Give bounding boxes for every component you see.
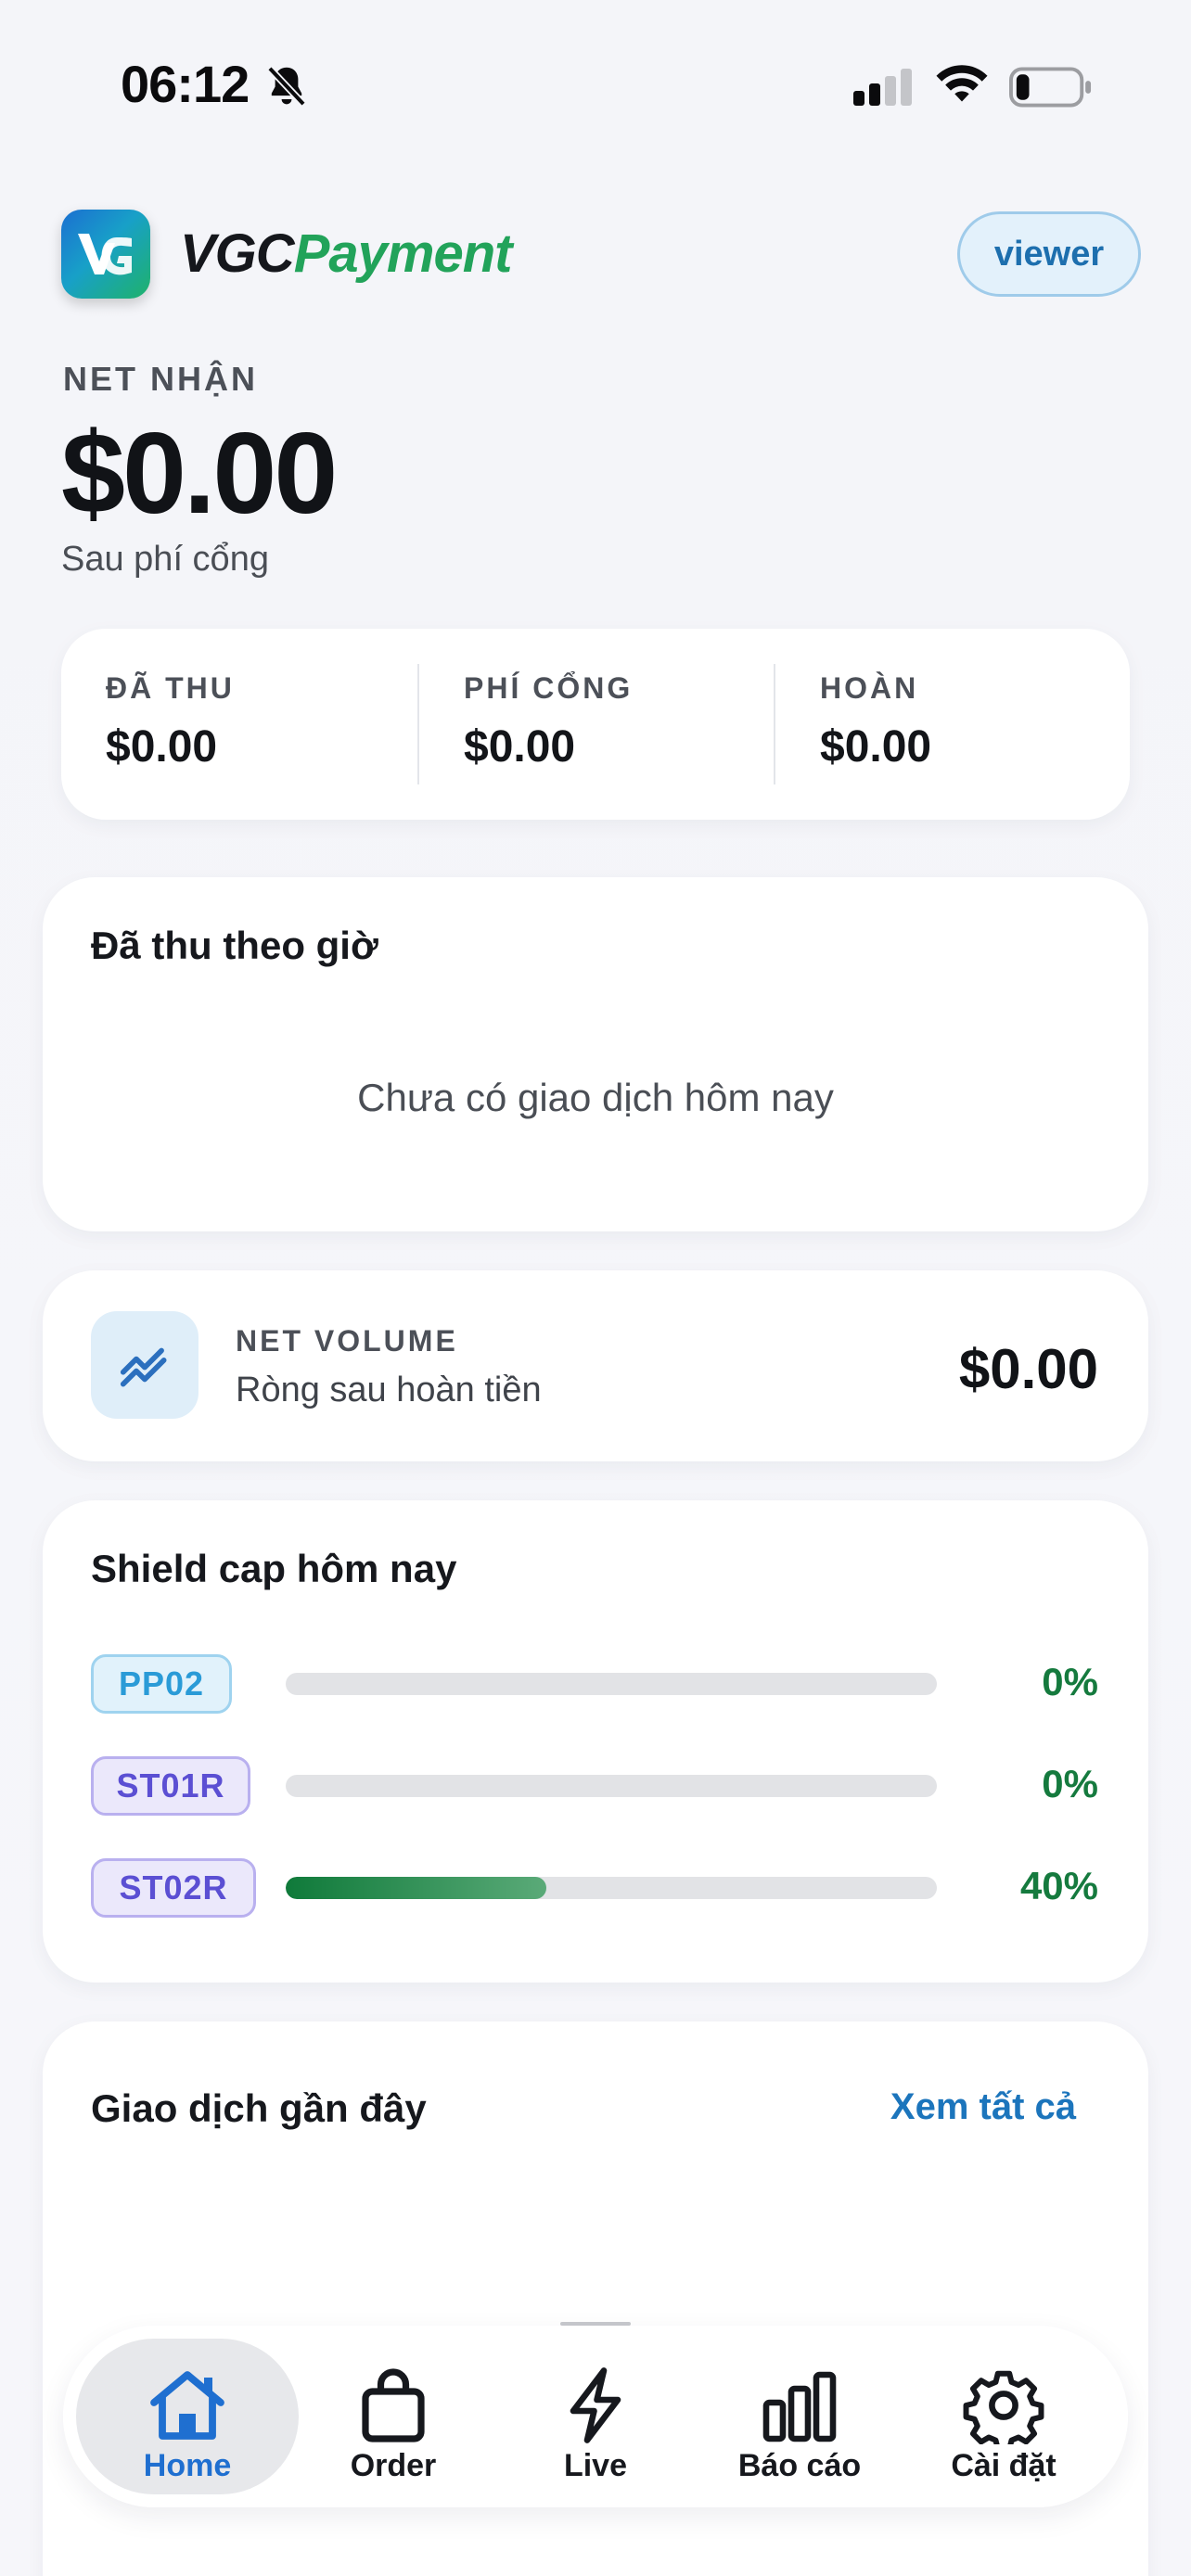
recent-transactions-title: Giao dịch gần đây — [91, 2086, 427, 2130]
shield-progress-bar — [286, 1877, 937, 1899]
net-volume-value: $0.00 — [958, 1338, 1098, 1400]
gateway-tag-pp02: PP02 — [91, 1654, 232, 1714]
net-volume-card[interactable]: NET VOLUME Ròng sau hoàn tiền $0.00 — [43, 1270, 1148, 1461]
status-bar: 06:12 — [0, 0, 1191, 176]
net-volume-subtitle: Ròng sau hoàn tiền — [236, 1371, 542, 1409]
stat-gateway-fee-label: PHÍ CỔNG — [464, 671, 634, 705]
shield-progress-bar — [286, 1673, 937, 1695]
shield-cap-card: Shield cap hôm nay PP02 0% ST01R 0% ST02… — [43, 1500, 1148, 1983]
bag-icon — [362, 2368, 425, 2442]
gateway-tag-st02r: ST02R — [91, 1858, 256, 1918]
net-volume-label: NET VOLUME — [236, 1324, 458, 1358]
wifi-icon — [936, 65, 988, 102]
hourly-collection-card: Đã thu theo giờ Chưa có giao dịch hôm na… — [43, 877, 1148, 1231]
role-viewer-button[interactable]: viewer — [957, 211, 1141, 297]
home-icon — [150, 2371, 224, 2440]
status-time: 06:12 — [121, 55, 250, 113]
app-logo — [61, 210, 150, 299]
tab-live[interactable]: Live — [484, 2339, 707, 2494]
tab-reports-label: Báo cáo — [737, 2448, 862, 2483]
shield-cap-title: Shield cap hôm nay — [91, 1547, 457, 1590]
shield-percent: 0% — [1042, 1762, 1098, 1805]
tab-order[interactable]: Order — [282, 2339, 505, 2494]
bar-chart-icon — [762, 2371, 837, 2442]
bottom-tab-bar: Home Order Live Báo cáo Cài đặt — [63, 2326, 1128, 2507]
net-received-value: $0.00 — [61, 410, 338, 538]
net-received-subtitle: Sau phí cổng — [61, 540, 269, 579]
stat-refund-label: HOÀN — [820, 671, 919, 705]
bolt-icon — [570, 2367, 621, 2443]
stat-divider — [774, 664, 775, 784]
tab-home-label: Home — [143, 2448, 232, 2483]
shield-percent: 40% — [1019, 1864, 1098, 1907]
tab-live-label: Live — [563, 2448, 628, 2483]
gear-icon — [963, 2370, 1044, 2444]
tab-order-label: Order — [350, 2448, 437, 2483]
tab-home[interactable]: Home — [76, 2339, 299, 2494]
hourly-card-title: Đã thu theo giờ — [91, 924, 378, 967]
brand-name: VGCPayment — [180, 223, 513, 285]
tab-settings-label: Cài đặt — [951, 2448, 1057, 2483]
trending-up-icon — [91, 1311, 198, 1419]
stat-divider — [417, 664, 419, 784]
tab-settings[interactable]: Cài đặt — [892, 2339, 1115, 2494]
brand-name-part2: Payment — [293, 223, 513, 284]
shield-percent: 0% — [1042, 1660, 1098, 1703]
bell-off-icon — [267, 66, 306, 107]
battery-icon — [1009, 67, 1092, 108]
shield-progress-fill — [286, 1877, 546, 1899]
net-received-label: NET NHẬN — [63, 360, 258, 398]
see-all-link[interactable]: Xem tất cả — [890, 2086, 1076, 2128]
stat-collected-label: ĐÃ THU — [106, 671, 235, 705]
gateway-tag-st01r: ST01R — [91, 1756, 250, 1816]
tab-reports[interactable]: Báo cáo — [688, 2339, 911, 2494]
brand-name-part1: VGC — [180, 223, 295, 284]
stat-collected-value: $0.00 — [106, 722, 218, 772]
cellular-signal-icon — [853, 69, 912, 106]
vg-logo-icon — [78, 234, 132, 275]
shield-progress-bar — [286, 1775, 937, 1797]
stat-gateway-fee-value: $0.00 — [464, 722, 576, 772]
summary-stats-card: ĐÃ THU $0.00 PHÍ CỔNG $0.00 HOÀN $0.00 — [61, 629, 1130, 820]
stat-refund-value: $0.00 — [820, 722, 932, 772]
hourly-empty-state: Chưa có giao dịch hôm nay — [357, 1076, 834, 1119]
app-screen: 06:12 VGCPayment viewer NET NHẬN $0.00 S… — [0, 0, 1191, 2576]
